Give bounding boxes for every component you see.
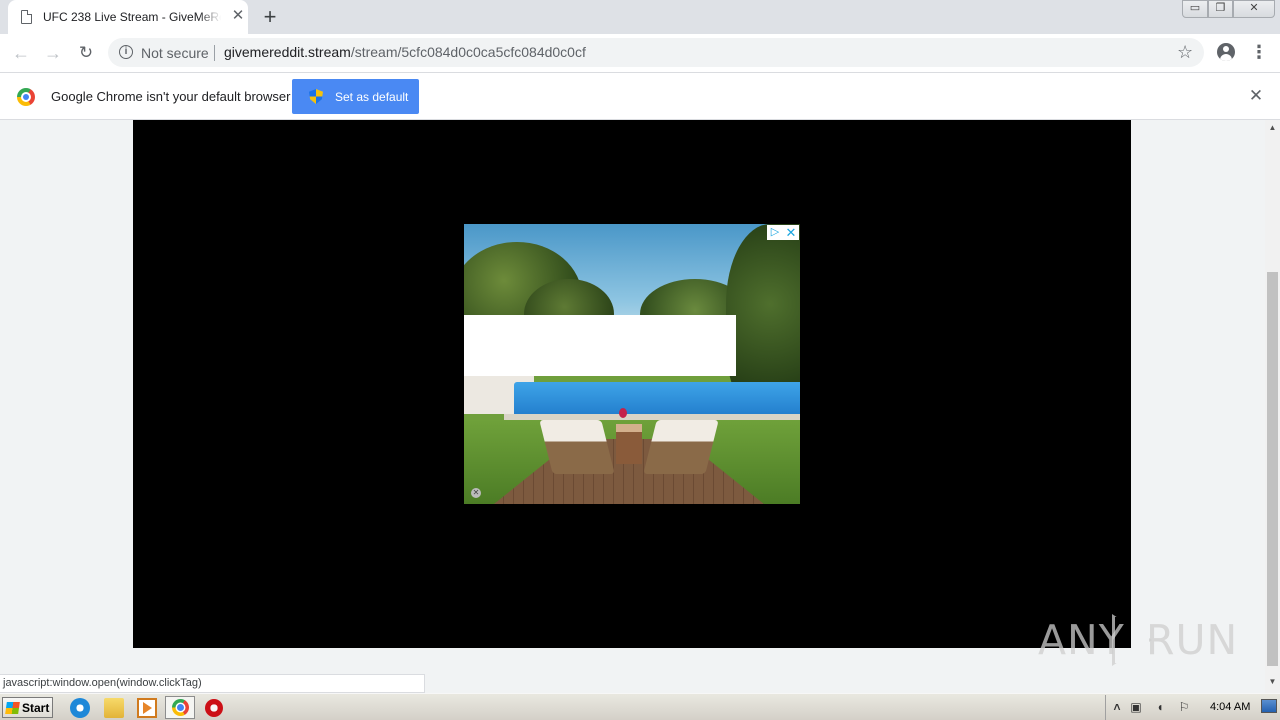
browser-toolbar: ← → ↻ i Not secure givemereddit.stream/s…	[0, 34, 1280, 72]
ad-choices-icon[interactable]: ▷	[767, 225, 783, 240]
url-text[interactable]: givemereddit.stream/stream/5cfc084d0c0ca…	[224, 44, 586, 60]
infobar-message: Google Chrome isn't your default browser	[51, 89, 291, 104]
window-minimize-button[interactable]: ▭	[1182, 0, 1208, 18]
ad-image-flower	[619, 408, 627, 418]
chrome-icon	[172, 699, 189, 716]
ad-close-icon[interactable]: ✕	[783, 225, 799, 240]
menu-icon[interactable]: ⋮	[1250, 41, 1268, 65]
watermark-text-left: ANY	[1038, 616, 1125, 664]
video-player[interactable]: ▷ ✕ ✕	[133, 120, 1131, 648]
internet-explorer-icon[interactable]	[70, 698, 90, 718]
action-center-flag-icon[interactable]: ⚐	[1176, 699, 1192, 715]
info-icon[interactable]: i	[119, 45, 133, 59]
address-bar[interactable]: i Not secure givemereddit.stream/stream/…	[108, 38, 1204, 67]
media-player-icon[interactable]	[137, 698, 157, 718]
start-label: Start	[22, 701, 50, 715]
forward-button[interactable]: →	[41, 41, 65, 65]
file-explorer-icon[interactable]	[104, 698, 124, 718]
page-viewport: ▷ ✕ ✕ ANY RUN	[0, 120, 1265, 693]
tab-strip: UFC 238 Live Stream - GiveMeReddit ✕ + ▭…	[0, 0, 1280, 34]
default-browser-infobar: Google Chrome isn't your default browser…	[0, 72, 1280, 120]
taskbar: Start ˄ ▣ ◖ ⚐ 4:04 AM	[0, 693, 1280, 720]
volume-icon[interactable]: ◖	[1152, 699, 1168, 715]
page-icon	[21, 10, 32, 24]
tab-title: UFC 238 Live Stream - GiveMeReddit	[43, 10, 221, 24]
chrome-logo-icon	[17, 88, 35, 106]
network-icon[interactable]: ▣	[1128, 699, 1144, 715]
reload-button[interactable]: ↻	[74, 41, 98, 65]
browser-tab[interactable]: UFC 238 Live Stream - GiveMeReddit ✕	[8, 0, 248, 34]
ad-banner[interactable]: ▷ ✕ ✕	[464, 224, 800, 504]
tab-close-icon[interactable]: ✕	[230, 8, 246, 24]
ad-corner-close-icon[interactable]: ✕	[471, 488, 481, 498]
windows-logo-icon	[5, 702, 20, 714]
scroll-up-arrow-icon[interactable]: ▲	[1265, 122, 1280, 134]
url-separator	[214, 45, 215, 61]
scroll-down-arrow-icon[interactable]: ▼	[1265, 676, 1280, 688]
status-bubble: javascript:window.open(window.clickTag)	[0, 674, 425, 693]
clock[interactable]: 4:04 AM	[1210, 701, 1250, 713]
new-tab-button[interactable]: +	[259, 6, 281, 28]
ad-blank-overlay[interactable]	[464, 315, 736, 376]
window-close-button[interactable]: ✕	[1233, 0, 1275, 18]
security-label[interactable]: Not secure	[141, 45, 209, 61]
url-host: givemereddit.stream	[224, 44, 351, 60]
taskbar-chrome-button[interactable]	[165, 696, 195, 719]
show-desktop-icon[interactable]	[1261, 699, 1277, 713]
anyrun-watermark: ANY RUN	[1038, 610, 1237, 670]
uac-shield-icon	[309, 89, 323, 104]
infobar-close-icon[interactable]: ✕	[1248, 87, 1264, 105]
vertical-scrollbar[interactable]: ▲ ▼	[1265, 120, 1280, 693]
back-button[interactable]: ←	[9, 41, 33, 65]
show-hidden-icons-icon[interactable]: ˄	[1109, 699, 1125, 715]
ad-image-table	[616, 424, 642, 464]
ad-image-lounger	[539, 420, 615, 474]
opera-icon[interactable]	[205, 699, 223, 717]
url-path: /stream/5cfc084d0c0ca5cfc084d0c0cf	[350, 44, 586, 60]
set-as-default-button[interactable]: Set as default	[292, 79, 419, 114]
profile-avatar-icon[interactable]	[1217, 43, 1235, 61]
scrollbar-thumb[interactable]	[1267, 272, 1278, 666]
system-tray: ˄ ▣ ◖ ⚐ 4:04 AM	[1105, 695, 1280, 720]
set-as-default-label: Set as default	[335, 90, 409, 104]
watermark-text-right: RUN	[1146, 616, 1239, 664]
start-button[interactable]: Start	[2, 697, 53, 718]
window-restore-button[interactable]: ❐	[1208, 0, 1233, 18]
bookmark-star-icon[interactable]: ☆	[1177, 41, 1193, 63]
